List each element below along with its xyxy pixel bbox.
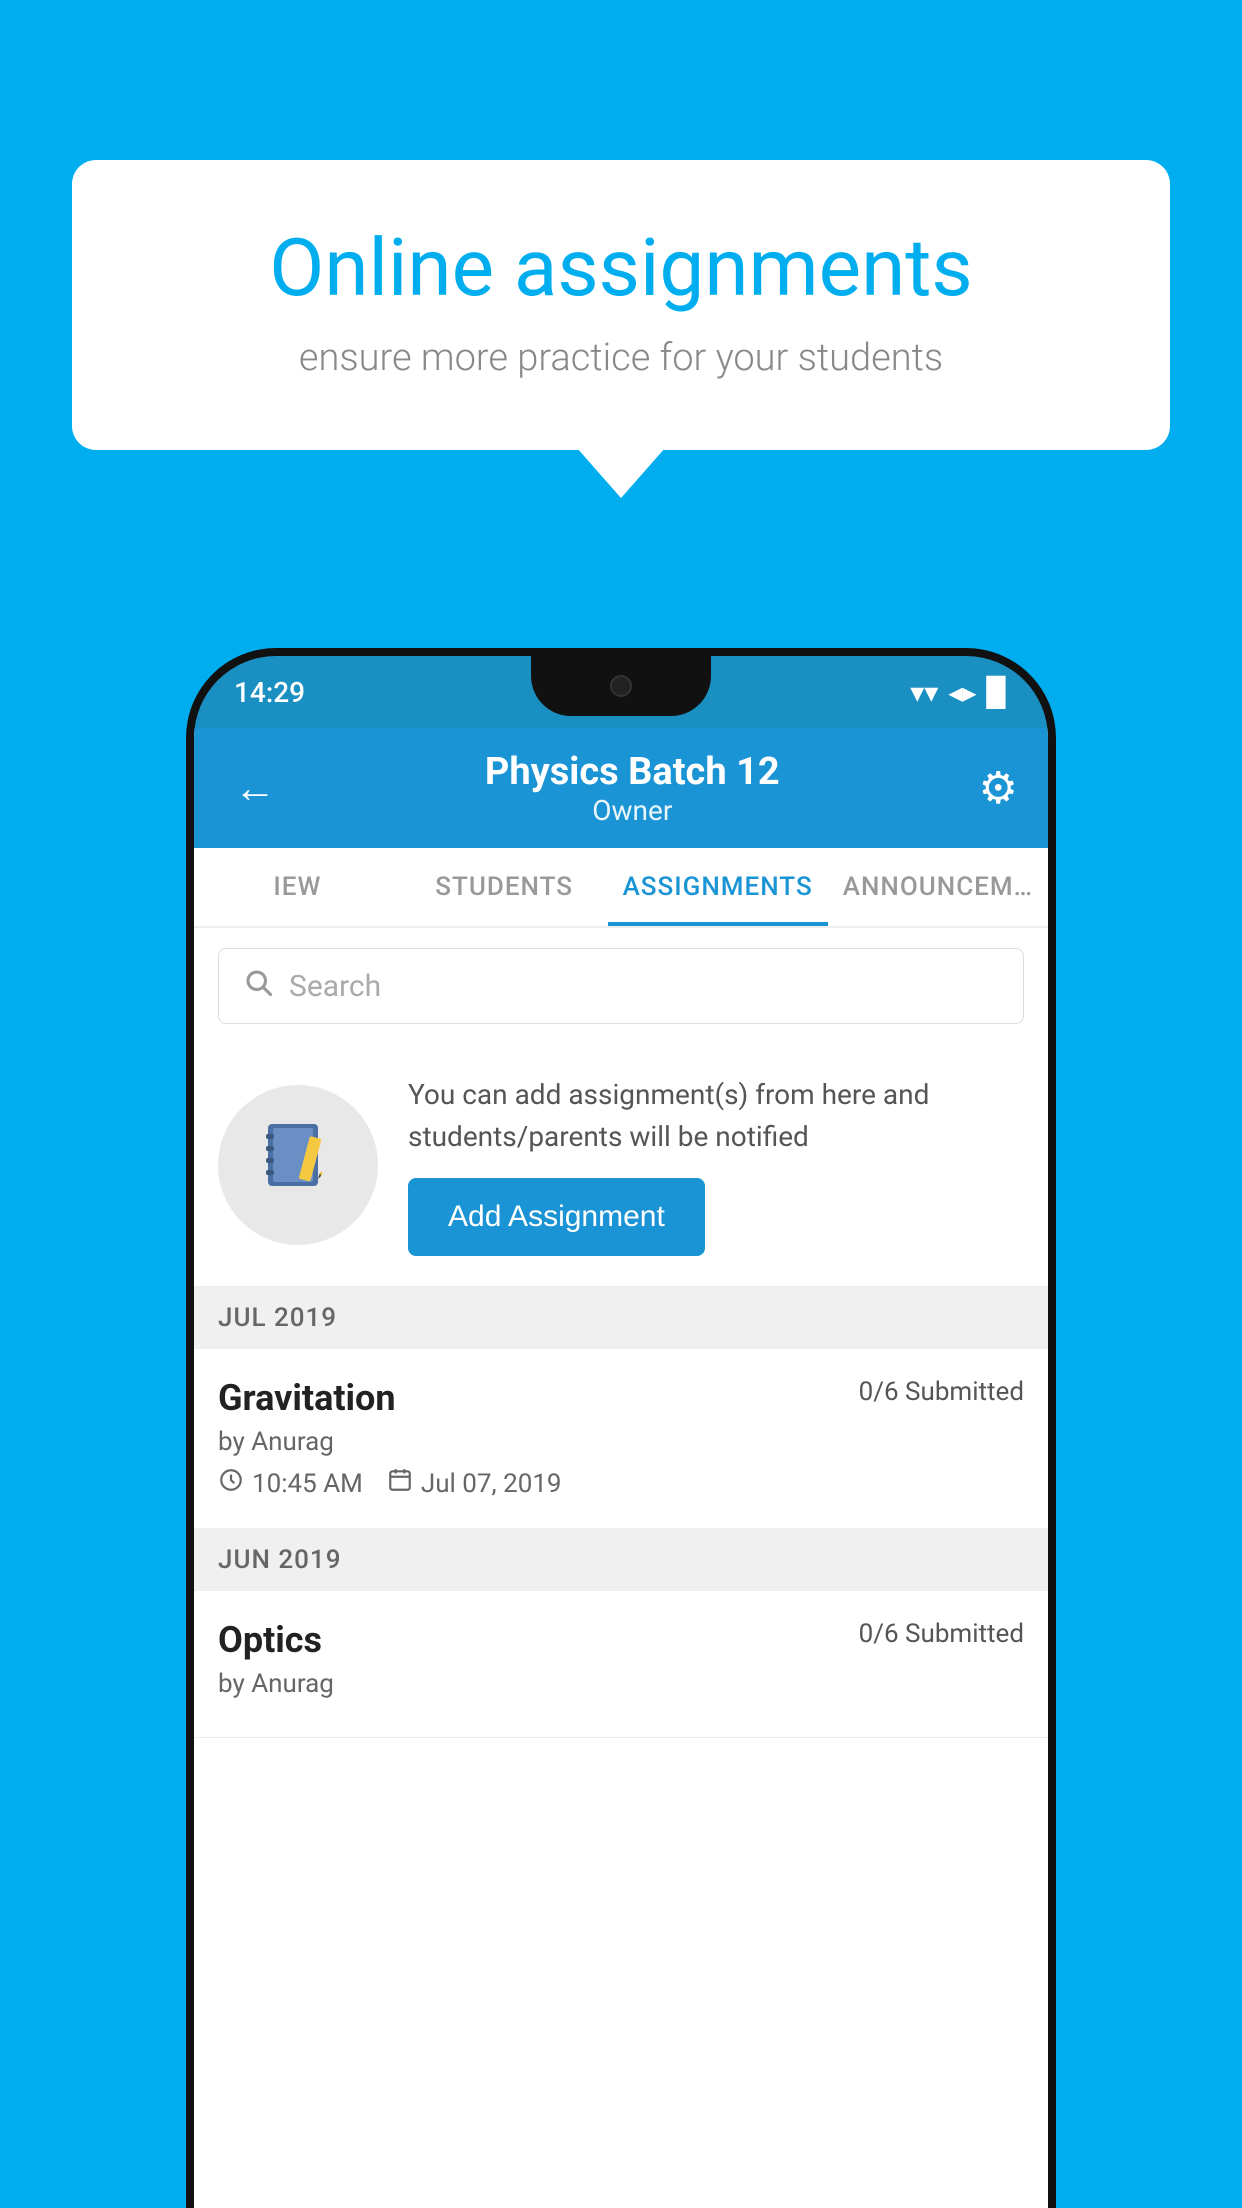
assignment-submitted-gravitation: 0/6 Submitted (859, 1377, 1024, 1407)
assignment-top-optics: Optics 0/6 Submitted (218, 1619, 1024, 1661)
assignment-title-optics: Optics (218, 1619, 322, 1661)
assignment-title-gravitation: Gravitation (218, 1377, 396, 1419)
info-section: You can add assignment(s) from here and … (194, 1044, 1048, 1287)
app-bar-title-container: Physics Batch 12 Owner (286, 750, 979, 827)
phone-inner: 14:29 ▾▾ ◂▸ ▉ ← Physics Batch 12 Owner ⚙ (194, 656, 1048, 2208)
settings-button[interactable]: ⚙ (979, 762, 1018, 814)
bubble-title: Online assignments (152, 220, 1090, 316)
speech-bubble-container: Online assignments ensure more practice … (72, 160, 1170, 450)
back-button[interactable]: ← (224, 754, 286, 823)
assignment-by-optics: by Anurag (218, 1669, 1024, 1699)
meta-date-gravitation: Jul 07, 2019 (387, 1467, 562, 1500)
signal-icon: ◂▸ (948, 676, 976, 709)
notebook-icon (258, 1116, 338, 1214)
notch (531, 656, 711, 716)
assignment-item-optics[interactable]: Optics 0/6 Submitted by Anurag (194, 1591, 1048, 1738)
add-assignment-button[interactable]: Add Assignment (408, 1178, 705, 1256)
search-icon (243, 967, 273, 1005)
screen-content: Search (194, 928, 1048, 2208)
wifi-icon: ▾▾ (910, 676, 938, 709)
search-placeholder: Search (289, 969, 381, 1004)
clock-icon (218, 1467, 244, 1500)
battery-icon: ▉ (986, 676, 1008, 709)
tab-announcements[interactable]: ANNOUNCEM… (828, 848, 1048, 926)
assignment-item-gravitation[interactable]: Gravitation 0/6 Submitted by Anurag (194, 1349, 1048, 1529)
assignment-top: Gravitation 0/6 Submitted (218, 1377, 1024, 1419)
status-icons: ▾▾ ◂▸ ▉ (910, 676, 1008, 709)
calendar-icon (387, 1467, 413, 1500)
assignment-meta-gravitation: 10:45 AM Jul 07, 201 (218, 1467, 1024, 1500)
app-bar: ← Physics Batch 12 Owner ⚙ (194, 728, 1048, 848)
notebook-icon-circle (218, 1085, 378, 1245)
date-text-gravitation: Jul 07, 2019 (421, 1469, 562, 1499)
tab-students[interactable]: STUDENTS (401, 848, 608, 926)
camera (610, 675, 632, 697)
phone-frame: 14:29 ▾▾ ◂▸ ▉ ← Physics Batch 12 Owner ⚙ (186, 648, 1056, 2208)
assignment-by-gravitation: by Anurag (218, 1427, 1024, 1457)
section-header-jun: JUN 2019 (194, 1529, 1048, 1591)
section-header-jul: JUL 2019 (194, 1287, 1048, 1349)
phone-screen: ← Physics Batch 12 Owner ⚙ IEW STUDENTS … (194, 728, 1048, 2208)
assignment-submitted-optics: 0/6 Submitted (859, 1619, 1024, 1649)
bubble-subtitle: ensure more practice for your students (152, 336, 1090, 380)
time-text-gravitation: 10:45 AM (252, 1469, 363, 1499)
app-bar-title: Physics Batch 12 (286, 750, 979, 794)
status-bar: 14:29 ▾▾ ◂▸ ▉ (194, 656, 1048, 728)
tab-assignments[interactable]: ASSIGNMENTS (608, 848, 828, 926)
meta-time-gravitation: 10:45 AM (218, 1467, 363, 1500)
info-text-area: You can add assignment(s) from here and … (408, 1074, 1024, 1256)
info-description: You can add assignment(s) from here and … (408, 1074, 1024, 1158)
tabs-bar: IEW STUDENTS ASSIGNMENTS ANNOUNCEM… (194, 848, 1048, 928)
speech-bubble: Online assignments ensure more practice … (72, 160, 1170, 450)
search-bar[interactable]: Search (218, 948, 1024, 1024)
tab-iew[interactable]: IEW (194, 848, 401, 926)
search-container: Search (194, 928, 1048, 1044)
app-bar-subtitle: Owner (286, 794, 979, 827)
status-time: 14:29 (234, 676, 305, 709)
